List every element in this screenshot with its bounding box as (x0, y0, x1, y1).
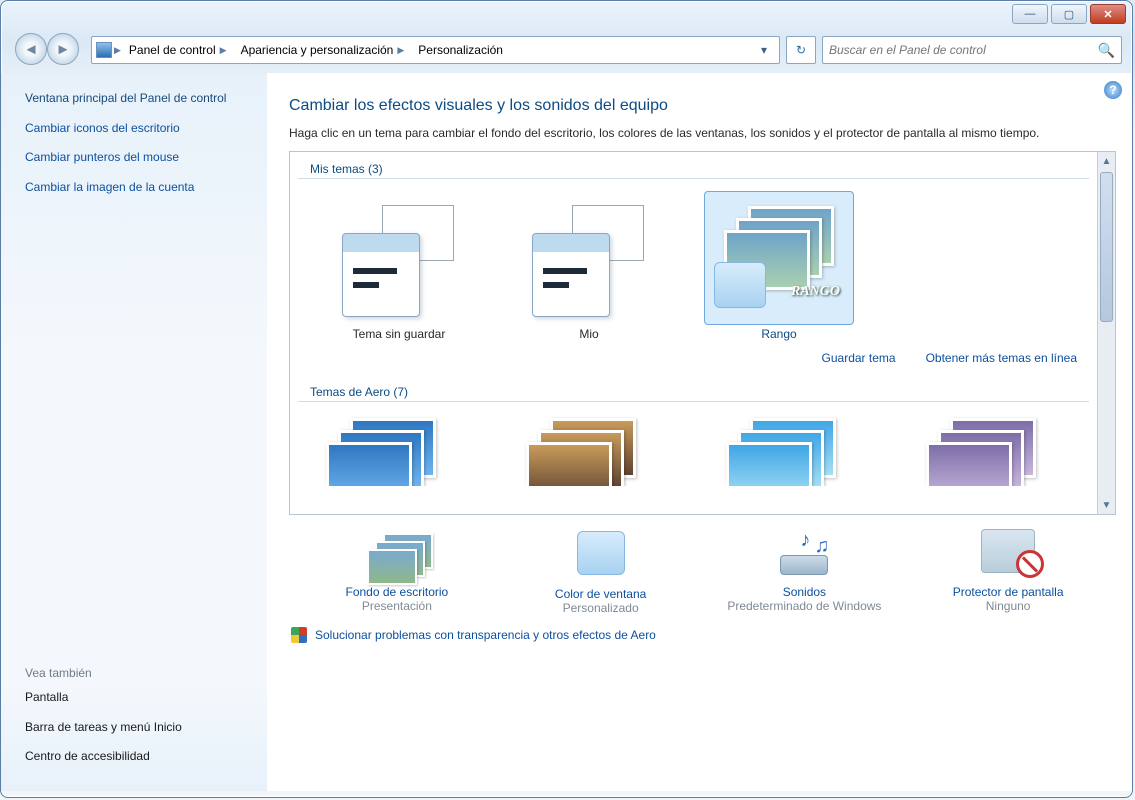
themes-scroll-panel: Mis temas (3) Tema sin guardar (289, 151, 1116, 515)
quick-subtitle: Predeterminado de Windows (714, 599, 894, 613)
chevron-right-icon: ▶ (114, 45, 121, 56)
see-also-display[interactable]: Pantalla (25, 690, 251, 706)
address-dropdown-button[interactable]: ▾ (753, 39, 775, 61)
address-bar[interactable]: ▶ Panel de control ▶ Apariencia y person… (91, 36, 780, 64)
refresh-icon: ↻ (796, 43, 806, 57)
quick-title: Protector de pantalla (918, 585, 1098, 599)
screensaver-icon (976, 529, 1040, 581)
quick-screensaver[interactable]: Protector de pantalla Ninguno (918, 529, 1098, 615)
main-content: ? Cambiar los efectos visuales y los son… (267, 73, 1132, 791)
theme-name-label: Rango (704, 325, 854, 341)
breadcrumb-label: Panel de control (129, 43, 216, 57)
breadcrumb-control-panel[interactable]: Panel de control ▶ (123, 41, 233, 59)
sidebar-link-account-picture[interactable]: Cambiar la imagen de la cuenta (25, 180, 251, 196)
back-button[interactable]: ◄ (15, 33, 47, 65)
scrollbar-thumb[interactable] (1100, 172, 1113, 322)
sidebar: Ventana principal del Panel de control C… (1, 73, 267, 791)
window-frame: — ▢ ✕ ◄ ► ▶ Panel de control ▶ Aparienci… (0, 0, 1133, 798)
shield-icon (291, 627, 307, 643)
see-also-accessibility[interactable]: Centro de accesibilidad (25, 749, 251, 765)
page-heading: Cambiar los efectos visuales y los sonid… (289, 97, 1116, 115)
breadcrumb-label: Apariencia y personalización (241, 43, 394, 57)
breadcrumb-label: Personalización (418, 43, 503, 57)
aero-themes-group: Temas de Aero (7) (290, 379, 1097, 486)
refresh-button[interactable]: ↻ (786, 36, 816, 64)
theme-name-label: Mio (514, 325, 664, 341)
sidebar-link-desktop-icons[interactable]: Cambiar iconos del escritorio (25, 121, 251, 137)
window-color-icon (569, 531, 633, 583)
search-box[interactable]: 🔍 (822, 36, 1122, 64)
see-also-taskbar[interactable]: Barra de tareas y menú Inicio (25, 720, 251, 736)
sidebar-link-mouse-pointers[interactable]: Cambiar punteros del mouse (25, 150, 251, 166)
my-themes-group: Mis temas (3) Tema sin guardar (290, 156, 1097, 369)
quick-subtitle: Ninguno (918, 599, 1098, 613)
quick-title: Fondo de escritorio (307, 585, 487, 599)
sounds-icon: ♪♫ (772, 529, 836, 581)
save-theme-link[interactable]: Guardar tema (822, 351, 896, 365)
maximize-button[interactable]: ▢ (1051, 4, 1087, 24)
scroll-down-button[interactable]: ▼ (1098, 496, 1115, 514)
troubleshoot-aero-link[interactable]: Solucionar problemas con transparencia y… (315, 628, 656, 642)
theme-rango[interactable]: RANGO Rango (704, 191, 854, 341)
search-input[interactable] (829, 43, 1098, 57)
quick-title: Sonidos (714, 585, 894, 599)
theme-name-label: Tema sin guardar (324, 325, 474, 341)
nav-history-buttons: ◄ ► (15, 33, 85, 67)
page-description: Haga clic en un tema para cambiar el fon… (289, 125, 1116, 141)
scroll-up-button[interactable]: ▲ (1098, 152, 1115, 170)
forward-button[interactable]: ► (47, 33, 79, 65)
theme-preview-slideshow-icon: RANGO (714, 202, 844, 310)
aero-theme-2[interactable] (516, 414, 666, 486)
desktop-background-icon (365, 529, 429, 581)
control-panel-icon (96, 42, 112, 58)
breadcrumb-appearance[interactable]: Apariencia y personalización ▶ (235, 41, 411, 59)
quick-window-color[interactable]: Color de ventana Personalizado (511, 529, 691, 615)
group-title-my-themes: Mis temas (3) (298, 156, 1089, 179)
quick-subtitle: Presentación (307, 599, 487, 613)
minimize-button[interactable]: — (1012, 4, 1048, 24)
aero-theme-3[interactable] (716, 414, 866, 486)
window-controls: — ▢ ✕ (1012, 4, 1126, 24)
quick-settings-row: Fondo de escritorio Presentación Color d… (289, 515, 1116, 619)
chevron-right-icon: ▶ (397, 45, 404, 56)
theme-unsaved[interactable]: Tema sin guardar (324, 191, 474, 341)
chevron-right-icon: ▶ (220, 45, 227, 56)
scrollbar[interactable]: ▲ ▼ (1097, 152, 1115, 514)
troubleshoot-row: Solucionar problemas con transparencia y… (289, 619, 1116, 645)
group-title-aero: Temas de Aero (7) (298, 379, 1089, 402)
navigation-row: ◄ ► ▶ Panel de control ▶ Apariencia y pe… (1, 1, 1132, 73)
breadcrumb-personalization[interactable]: Personalización (412, 41, 509, 59)
quick-desktop-background[interactable]: Fondo de escritorio Presentación (307, 529, 487, 615)
close-button[interactable]: ✕ (1090, 4, 1126, 24)
more-themes-link[interactable]: Obtener más temas en línea (926, 351, 1077, 365)
search-icon: 🔍 (1098, 42, 1115, 59)
theme-preview-window-icon (342, 233, 420, 317)
aero-theme-1[interactable] (316, 414, 466, 486)
help-icon[interactable]: ? (1104, 81, 1122, 99)
quick-sounds[interactable]: ♪♫ Sonidos Predeterminado de Windows (714, 529, 894, 615)
sidebar-home-link[interactable]: Ventana principal del Panel de control (25, 91, 251, 107)
theme-mio[interactable]: Mio (514, 191, 664, 341)
see-also-header: Vea también (25, 666, 251, 680)
quick-subtitle: Personalizado (511, 601, 691, 615)
theme-preview-window-icon (532, 233, 610, 317)
quick-title: Color de ventana (511, 587, 691, 601)
aero-theme-4[interactable] (916, 414, 1066, 486)
